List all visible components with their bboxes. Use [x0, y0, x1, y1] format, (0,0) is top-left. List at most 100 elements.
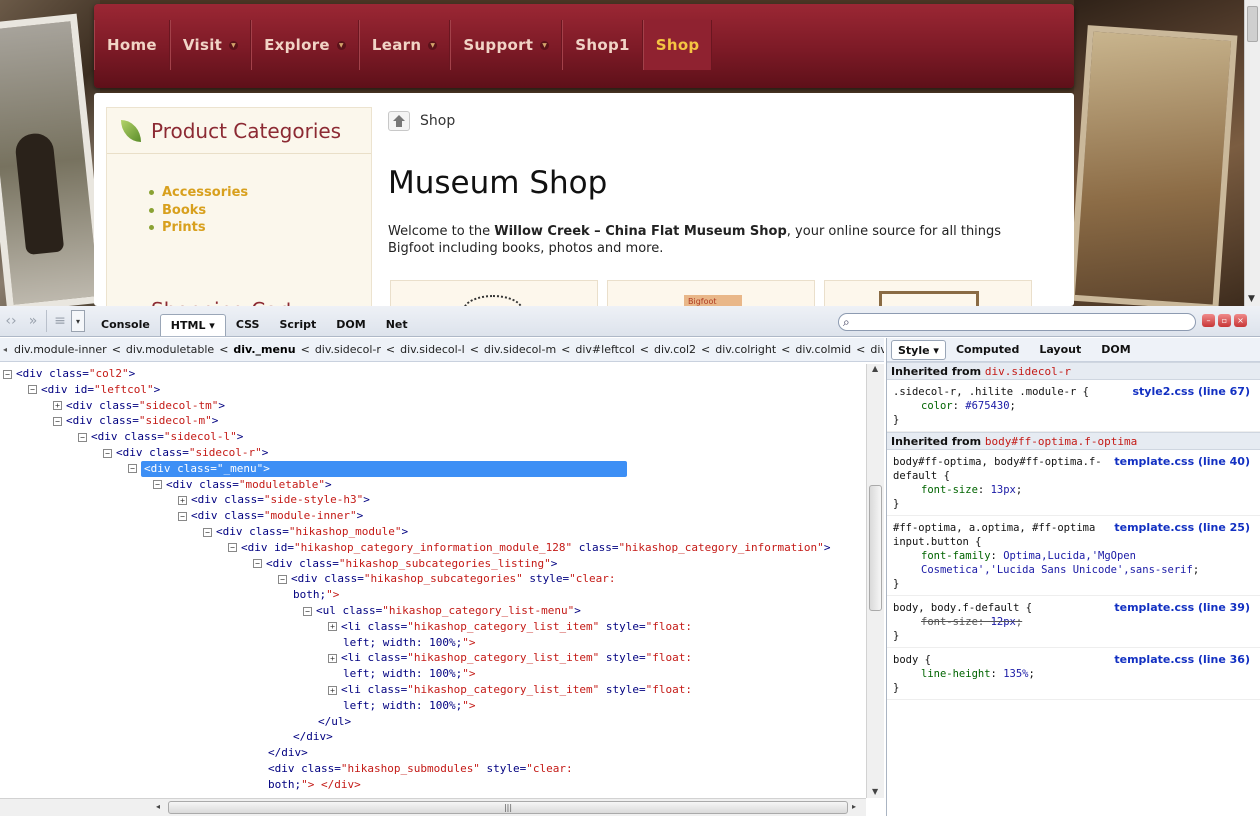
tab-script[interactable]: Script [269, 314, 326, 336]
nav-item-shop[interactable]: Shop [642, 20, 713, 70]
nav-item-learn[interactable]: Learn ▼ [358, 20, 451, 70]
scroll-left-icon[interactable]: ◂ [3, 338, 7, 361]
html-node-row[interactable]: − <ul class="hikashop_category_list-menu"… [303, 603, 581, 619]
breadcrumb-item[interactable]: div.moduletable [126, 343, 214, 356]
html-node-row[interactable]: </div> [243, 793, 283, 796]
category-link[interactable]: Accessories [149, 184, 371, 202]
breadcrumb-item[interactable]: div.colmid [795, 343, 851, 356]
inherited-selector[interactable]: div.sidecol-r [985, 365, 1071, 378]
product-tile[interactable]: Bigfoot [607, 280, 815, 306]
expand-toggle-icon[interactable]: + [328, 622, 337, 632]
expand-toggle-icon[interactable]: − [228, 543, 237, 553]
html-node-row[interactable]: − <div class="col2"> [3, 366, 135, 382]
html-node-row[interactable]: + <li class="hikashop_category_list_item"… [328, 682, 692, 698]
expand-toggle-icon[interactable]: − [153, 480, 162, 490]
back-arrows-icon[interactable]: ‹› [0, 310, 22, 332]
expand-toggle-icon[interactable]: − [203, 527, 212, 537]
scroll-right-icon[interactable]: ▸ [852, 802, 856, 811]
expand-toggle-icon[interactable]: + [178, 495, 187, 505]
scroll-up-icon[interactable]: ▲ [872, 364, 878, 373]
expand-toggle-icon[interactable]: + [328, 685, 337, 695]
product-tile[interactable] [390, 280, 598, 306]
html-node-row[interactable]: + <div class="sidecol-tm"> [53, 398, 225, 414]
tree-vertical-scrollbar[interactable]: ▲ ▼ [866, 364, 884, 798]
breadcrumb-item[interactable]: div.col2 [654, 343, 696, 356]
expand-toggle-icon[interactable]: − [3, 369, 12, 379]
html-node-row[interactable]: left; width: 100%;"> [343, 698, 475, 714]
html-node-row[interactable]: left; width: 100%;"> [343, 635, 475, 651]
breadcrumb-item[interactable]: div.colright [715, 343, 776, 356]
expand-toggle-icon[interactable]: − [253, 559, 262, 569]
tab-html[interactable]: HTML ▾ [159, 314, 226, 336]
html-node-row[interactable]: − <div id="leftcol"> [28, 382, 160, 398]
expand-toggle-icon[interactable]: + [53, 401, 62, 411]
html-node-row[interactable]: − <div class="module-inner"> [178, 508, 363, 524]
menu-lines-icon[interactable]: ≡ [49, 310, 71, 332]
css-source-link[interactable]: template.css (line 39) [1114, 601, 1250, 615]
expand-toggle-icon[interactable]: − [53, 416, 62, 426]
html-node-row[interactable]: − <div class="sidecol-r"> [103, 445, 268, 461]
html-node-row[interactable]: + <li class="hikashop_category_list_item"… [328, 619, 692, 635]
nav-item-explore[interactable]: Explore ▼ [251, 20, 359, 70]
css-property[interactable]: font-size: 12px; [893, 615, 1254, 629]
html-node-row[interactable]: − <div class="sidecol-l"> [78, 429, 243, 445]
close-icon[interactable]: × [1234, 314, 1247, 327]
html-node-row[interactable]: − <div class="hikashop_subcategories_list… [253, 556, 557, 572]
category-link[interactable]: Prints [149, 219, 371, 237]
expand-toggle-icon[interactable]: − [128, 464, 137, 474]
tree-horizontal-scrollbar[interactable]: ◂ ||| ▸ [0, 798, 866, 816]
html-node-row[interactable]: − <div class="sidecol-m"> [53, 413, 218, 429]
scroll-down-arrow-icon[interactable]: ▼ [1248, 294, 1255, 304]
css-source-link[interactable]: template.css (line 40) [1114, 455, 1250, 469]
scroll-left-icon[interactable]: ◂ [156, 802, 160, 811]
side-tab-dom[interactable]: DOM [1091, 340, 1140, 360]
minimize-icon[interactable]: – [1202, 314, 1215, 327]
html-node-row[interactable]: both;"> [293, 587, 339, 603]
expand-toggle-icon[interactable]: − [78, 432, 87, 442]
html-node-row[interactable]: − <div class="moduletable"> [153, 477, 332, 493]
tab-net[interactable]: Net [376, 314, 418, 336]
inherited-selector[interactable]: body#ff-optima.f-optima [985, 435, 1137, 448]
html-node-row[interactable]: − <div class="hikashop_subcategories" sty… [278, 571, 616, 587]
expand-toggle-icon[interactable]: − [28, 385, 37, 395]
css-source-link[interactable]: template.css (line 36) [1114, 653, 1250, 667]
breadcrumb-item[interactable]: div#leftcol [575, 343, 634, 356]
nav-item-shop1[interactable]: Shop1 [562, 20, 643, 70]
expand-toggle-icon[interactable]: − [303, 606, 312, 616]
html-node-row[interactable]: </div> [293, 729, 333, 745]
html-node-row[interactable]: − <div class="_menu"> [128, 460, 627, 477]
breadcrumb-item[interactable]: div._menu [233, 343, 295, 356]
expand-toggle-icon[interactable]: + [328, 653, 337, 663]
css-source-link[interactable]: template.css (line 25) [1114, 521, 1250, 535]
restore-icon[interactable]: ▫ [1218, 314, 1231, 327]
nav-item-home[interactable]: Home [94, 20, 170, 70]
html-node-row[interactable]: both;"> </div> [268, 777, 361, 793]
scroll-thumb[interactable]: ||| [168, 801, 848, 814]
tab-console[interactable]: Console [91, 314, 160, 336]
tab-dom[interactable]: DOM [326, 314, 375, 336]
css-property[interactable]: color: #675430; [893, 399, 1254, 413]
scroll-thumb[interactable] [1247, 6, 1258, 42]
category-link[interactable]: Books [149, 202, 371, 220]
html-node-row[interactable]: <div class="hikashop_submodules" style="… [268, 761, 573, 777]
home-icon[interactable] [388, 111, 410, 131]
breadcrumb-item[interactable]: div.wra [870, 343, 884, 356]
expand-toggle-icon[interactable]: − [278, 574, 287, 584]
nav-item-visit[interactable]: Visit ▼ [169, 20, 252, 70]
html-node-row[interactable]: + <li class="hikashop_category_list_item"… [328, 650, 692, 666]
html-node-row[interactable]: + <div class="side-style-h3"> [178, 492, 370, 508]
html-node-row[interactable]: − <div class="hikashop_module"> [203, 524, 408, 540]
html-node-row[interactable]: </div> [268, 745, 308, 761]
expand-toggle-icon[interactable]: − [178, 511, 187, 521]
html-node-row[interactable]: left; width: 100%;"> [343, 666, 475, 682]
product-tile[interactable] [824, 280, 1032, 306]
side-tab-computed[interactable]: Computed [946, 340, 1029, 360]
breadcrumb-item[interactable]: div.module-inner [14, 343, 107, 356]
firebug-search-input[interactable]: ⌕ [838, 313, 1196, 331]
scroll-thumb[interactable] [869, 485, 882, 611]
breadcrumb-item[interactable]: div.sidecol-m [484, 343, 556, 356]
css-property[interactable]: font-size: 13px; [893, 483, 1254, 497]
breadcrumb-item[interactable]: div.sidecol-r [315, 343, 381, 356]
nav-item-support[interactable]: Support ▼ [450, 20, 563, 70]
side-tab-style[interactable]: Style ▾ [891, 339, 946, 360]
